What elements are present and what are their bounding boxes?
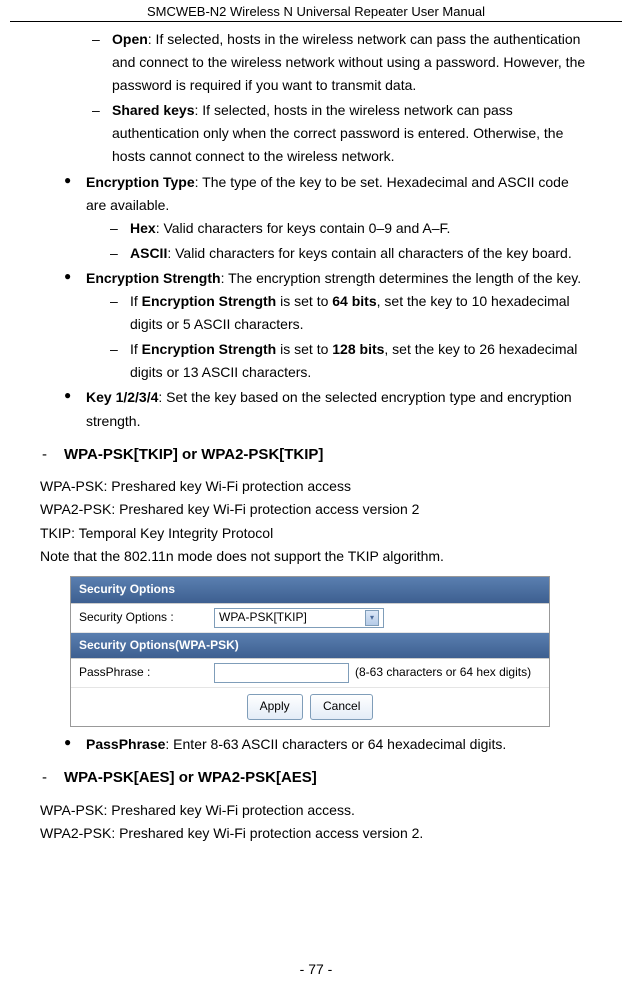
passphrase-row: PassPhrase : (8-63 characters or 64 hex … bbox=[71, 659, 549, 688]
list-item: Open: If selected, hosts in the wireless… bbox=[92, 28, 592, 97]
text: WPA-PSK: Preshared key Wi-Fi protection … bbox=[40, 475, 592, 498]
cancel-button[interactable]: Cancel bbox=[310, 694, 373, 720]
page-content: Open: If selected, hosts in the wireless… bbox=[10, 22, 622, 845]
term: 64 bits bbox=[332, 293, 376, 309]
section-heading-tkip: WPA-PSK[TKIP] or WPA2-PSK[TKIP] bbox=[64, 443, 592, 468]
panel-header: Security Options bbox=[71, 577, 549, 604]
text: : Set the key based on the selected encr… bbox=[86, 389, 572, 428]
list-item: ASCII: Valid characters for keys contain… bbox=[110, 242, 592, 265]
text: : Valid characters for keys contain all … bbox=[167, 245, 571, 261]
text: : The encryption strength determines the… bbox=[221, 270, 582, 286]
list-item: If Encryption Strength is set to 128 bit… bbox=[110, 338, 592, 384]
panel-header: Security Options(WPA-PSK) bbox=[71, 633, 549, 660]
term: Encryption Strength bbox=[142, 341, 277, 357]
text: is set to bbox=[276, 341, 332, 357]
term-passphrase: PassPhrase bbox=[86, 736, 165, 752]
list-item: PassPhrase: Enter 8-63 ASCII characters … bbox=[68, 733, 592, 756]
text: : If selected, hosts in the wireless net… bbox=[112, 31, 585, 93]
label: Security Options : bbox=[79, 608, 214, 628]
text: WPA2-PSK: Preshared key Wi-Fi protection… bbox=[40, 822, 592, 845]
term-open: Open bbox=[112, 31, 148, 47]
chevron-down-icon: ▾ bbox=[365, 610, 379, 626]
text: TKIP: Temporal Key Integrity Protocol bbox=[40, 522, 592, 545]
passphrase-input[interactable] bbox=[214, 663, 349, 683]
term: 128 bits bbox=[332, 341, 384, 357]
text: If bbox=[130, 293, 142, 309]
text: : Enter 8-63 ASCII characters or 64 hexa… bbox=[165, 736, 506, 752]
text: is set to bbox=[276, 293, 332, 309]
page-number: - 77 - bbox=[0, 961, 632, 977]
term-encryption-strength: Encryption Strength bbox=[86, 270, 221, 286]
term: Encryption Strength bbox=[142, 293, 277, 309]
page-header: SMCWEB-N2 Wireless N Universal Repeater … bbox=[10, 0, 622, 22]
list-item: Encryption Strength: The encryption stre… bbox=[68, 267, 592, 384]
select-value: WPA-PSK[TKIP] bbox=[219, 608, 307, 628]
list-item: Shared keys: If selected, hosts in the w… bbox=[92, 99, 592, 168]
term-key-1234: Key 1/2/3/4 bbox=[86, 389, 158, 405]
button-row: Apply Cancel bbox=[71, 688, 549, 726]
list-item: Hex: Valid characters for keys contain 0… bbox=[110, 217, 592, 240]
section-heading-aes: WPA-PSK[AES] or WPA2-PSK[AES] bbox=[64, 766, 592, 791]
security-options-select[interactable]: WPA-PSK[TKIP] ▾ bbox=[214, 608, 384, 628]
list-item: If Encryption Strength is set to 64 bits… bbox=[110, 290, 592, 336]
text: : Valid characters for keys contain 0–9 … bbox=[156, 220, 451, 236]
term-ascii: ASCII bbox=[130, 245, 167, 261]
hint-text: (8-63 characters or 64 hex digits) bbox=[355, 663, 531, 683]
config-screenshot: Security Options Security Options : WPA-… bbox=[70, 576, 550, 727]
apply-button[interactable]: Apply bbox=[247, 694, 303, 720]
list-item: Key 1/2/3/4: Set the key based on the se… bbox=[68, 386, 592, 432]
term-hex: Hex bbox=[130, 220, 156, 236]
text: Note that the 802.11n mode does not supp… bbox=[40, 545, 592, 568]
text: WPA2-PSK: Preshared key Wi-Fi protection… bbox=[40, 498, 592, 521]
list-item: Encryption Type: The type of the key to … bbox=[68, 171, 592, 265]
text: If bbox=[130, 341, 142, 357]
security-options-row: Security Options : WPA-PSK[TKIP] ▾ bbox=[71, 604, 549, 633]
term-shared-keys: Shared keys bbox=[112, 102, 195, 118]
term-encryption-type: Encryption Type bbox=[86, 174, 195, 190]
label: PassPhrase : bbox=[79, 663, 214, 683]
text: WPA-PSK: Preshared key Wi-Fi protection … bbox=[40, 799, 592, 822]
